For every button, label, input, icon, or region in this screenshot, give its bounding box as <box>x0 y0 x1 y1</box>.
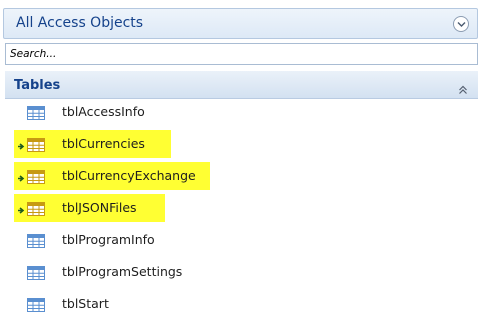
list-item-label: tblAccessInfo <box>62 104 145 119</box>
pane-title: All Access Objects <box>16 15 144 31</box>
table-icon <box>27 105 45 124</box>
list-item-label: tblProgramSettings <box>62 264 183 279</box>
list-item-label: tblStart <box>62 296 109 311</box>
search-box[interactable] <box>5 43 478 65</box>
list-item-label: tblCurrencyExchange <box>62 168 196 183</box>
linked-table-icon <box>27 169 45 188</box>
list-item-label: tblProgramInfo <box>62 232 155 247</box>
double-chevron-up-icon[interactable] <box>458 80 468 99</box>
search-input[interactable] <box>10 46 470 62</box>
link-arrow-icon <box>17 136 26 155</box>
navigation-pane: All Access Objects Tables tblAccessInfo t… <box>0 0 478 320</box>
list-item[interactable]: tblJSONFiles <box>0 194 478 222</box>
list-item[interactable]: tblProgramSettings <box>0 258 478 286</box>
list-item[interactable]: tblCurrencyExchange <box>0 162 478 190</box>
list-item[interactable]: tblStart <box>0 290 478 318</box>
navigation-pane-header[interactable]: All Access Objects <box>3 8 478 39</box>
list-item[interactable]: tblProgramInfo <box>0 226 478 254</box>
group-header-tables[interactable]: Tables <box>5 71 478 99</box>
table-icon <box>27 297 45 316</box>
link-arrow-icon <box>17 200 26 219</box>
list-item[interactable]: tblCurrencies <box>0 130 478 158</box>
chevron-down-circle-icon[interactable] <box>453 16 469 32</box>
list-item-label: tblCurrencies <box>62 136 145 151</box>
group-title: Tables <box>14 78 61 93</box>
linked-table-icon <box>27 137 45 156</box>
list-item[interactable]: tblAccessInfo <box>0 98 478 126</box>
link-arrow-icon <box>17 168 26 187</box>
table-icon <box>27 233 45 252</box>
linked-table-icon <box>27 201 45 220</box>
list-item-label: tblJSONFiles <box>62 200 137 215</box>
table-icon <box>27 265 45 284</box>
